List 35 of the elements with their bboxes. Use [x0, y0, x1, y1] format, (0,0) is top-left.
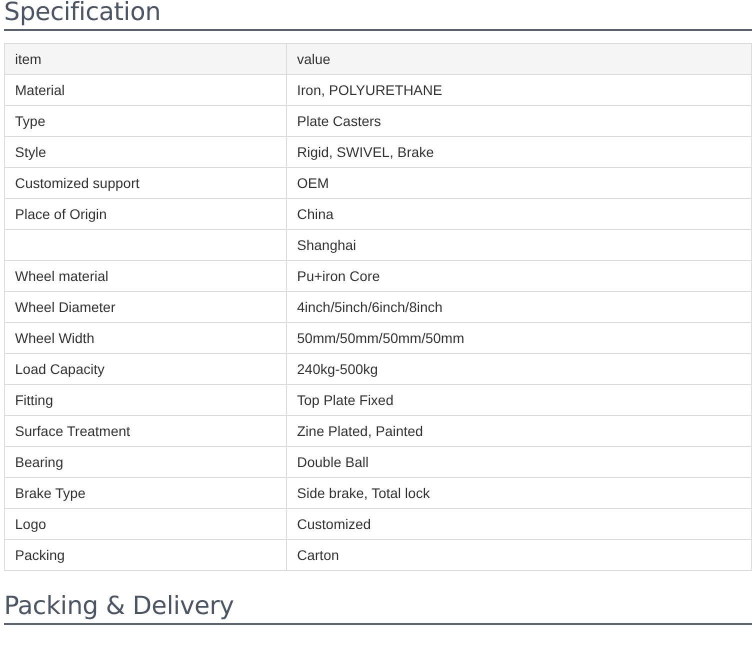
table-cell: Surface Treatment	[15, 423, 130, 439]
table-cell: Pu+iron Core	[297, 268, 380, 284]
table-cell: Style	[15, 144, 46, 160]
table-cell: 4inch/5inch/6inch/8inch	[297, 299, 443, 315]
table-cell: Place of Origin	[15, 206, 107, 222]
section-heading: Specification	[4, 0, 161, 24]
table-cell: OEM	[297, 175, 329, 191]
column-header: value	[297, 51, 330, 67]
table-cell: Plate Casters	[297, 113, 382, 129]
table-cell: Rigid, SWIVEL, Brake	[297, 144, 434, 160]
table-cell: China	[297, 206, 334, 222]
table-cell: Wheel material	[15, 268, 108, 284]
table-cell: Wheel Width	[15, 330, 94, 346]
table-cell: Zine Plated, Painted	[297, 423, 424, 439]
table-cell: Shanghai	[297, 237, 356, 253]
table-cell: Fitting	[15, 392, 54, 408]
table-cell: Brake Type	[15, 485, 86, 501]
table-cell: Packing	[15, 547, 65, 563]
table-cell: Iron, POLYURETHANE	[297, 82, 442, 98]
table-cell: Top Plate Fixed	[297, 392, 394, 408]
table-cell: Material	[15, 82, 65, 98]
table-cell: Customized support	[15, 175, 140, 191]
table-cell: Double Ball	[297, 454, 369, 470]
table-cell: Wheel Diameter	[15, 299, 116, 315]
table-cell: Logo	[15, 516, 46, 532]
table-cell: 240kg-500kg	[297, 361, 378, 377]
table-cell: Type	[15, 113, 46, 129]
table-cell: Carton	[297, 547, 340, 563]
table-cell: Bearing	[15, 454, 64, 470]
column-header: item	[15, 51, 42, 67]
table-cell: Customized	[297, 516, 371, 532]
table-cell: Load Capacity	[15, 361, 105, 377]
table-cell: Side brake, Total lock	[297, 485, 430, 501]
table-cell: 50mm/50mm/50mm/50mm	[297, 330, 464, 346]
section-heading: Packing & Delivery	[4, 594, 234, 618]
